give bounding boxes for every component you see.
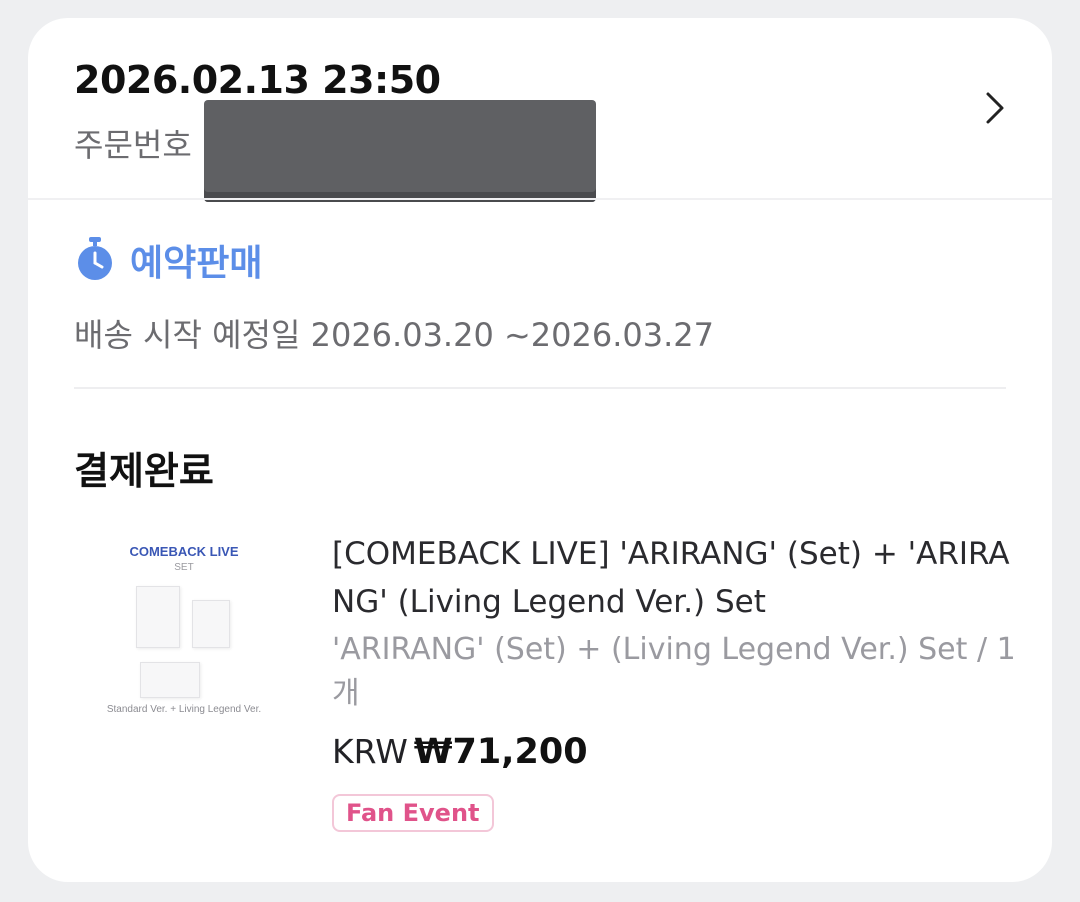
order-header[interactable]: 2026.02.13 23:50 주문번호 bbox=[28, 18, 1052, 202]
product-info: [COMEBACK LIVE] 'ARIRANG' (Set) + 'ARIRA… bbox=[332, 530, 1022, 832]
stopwatch-icon bbox=[78, 237, 112, 280]
shipping-schedule: 배송 시작 예정일 2026.03.20 ~2026.03.27 bbox=[74, 316, 715, 354]
fan-event-badge: Fan Event bbox=[332, 794, 494, 832]
price-row: KRW ₩71,200 bbox=[332, 732, 1022, 782]
product-name[interactable]: [COMEBACK LIVE] 'ARIRANG' (Set) + 'ARIRA… bbox=[332, 530, 1022, 626]
product-price: ₩71,200 bbox=[413, 732, 588, 772]
thumbnail-title: COMEBACK LIVE bbox=[129, 544, 239, 559]
header-divider bbox=[28, 198, 1052, 200]
order-datetime: 2026.02.13 23:50 bbox=[74, 58, 441, 102]
thumbnail-item-wide bbox=[140, 662, 200, 698]
thumbnail-item-large bbox=[136, 586, 180, 648]
price-currency: KRW bbox=[332, 732, 408, 771]
order-number-label: 주문번호 bbox=[74, 126, 192, 164]
thumbnail-subtitle: SET bbox=[174, 562, 194, 573]
product-option: 'ARIRANG' (Set) + (Living Legend Ver.) S… bbox=[332, 632, 1016, 711]
product-thumbnail[interactable]: COMEBACK LIVE SET Standard Ver. + Living… bbox=[84, 528, 284, 728]
order-status: 결제완료 bbox=[74, 449, 214, 493]
chevron-right-icon[interactable] bbox=[980, 88, 1010, 128]
order-card: 2026.02.13 23:50 주문번호 예약판매 배송 시작 예정일 202… bbox=[28, 18, 1052, 882]
thumbnail-caption: Standard Ver. + Living Legend Ver. bbox=[106, 704, 262, 715]
thumbnail-item-small bbox=[192, 600, 230, 648]
presale-label: 예약판매 bbox=[130, 243, 263, 284]
redacted-order-number bbox=[204, 100, 596, 202]
section-divider bbox=[74, 387, 1006, 389]
